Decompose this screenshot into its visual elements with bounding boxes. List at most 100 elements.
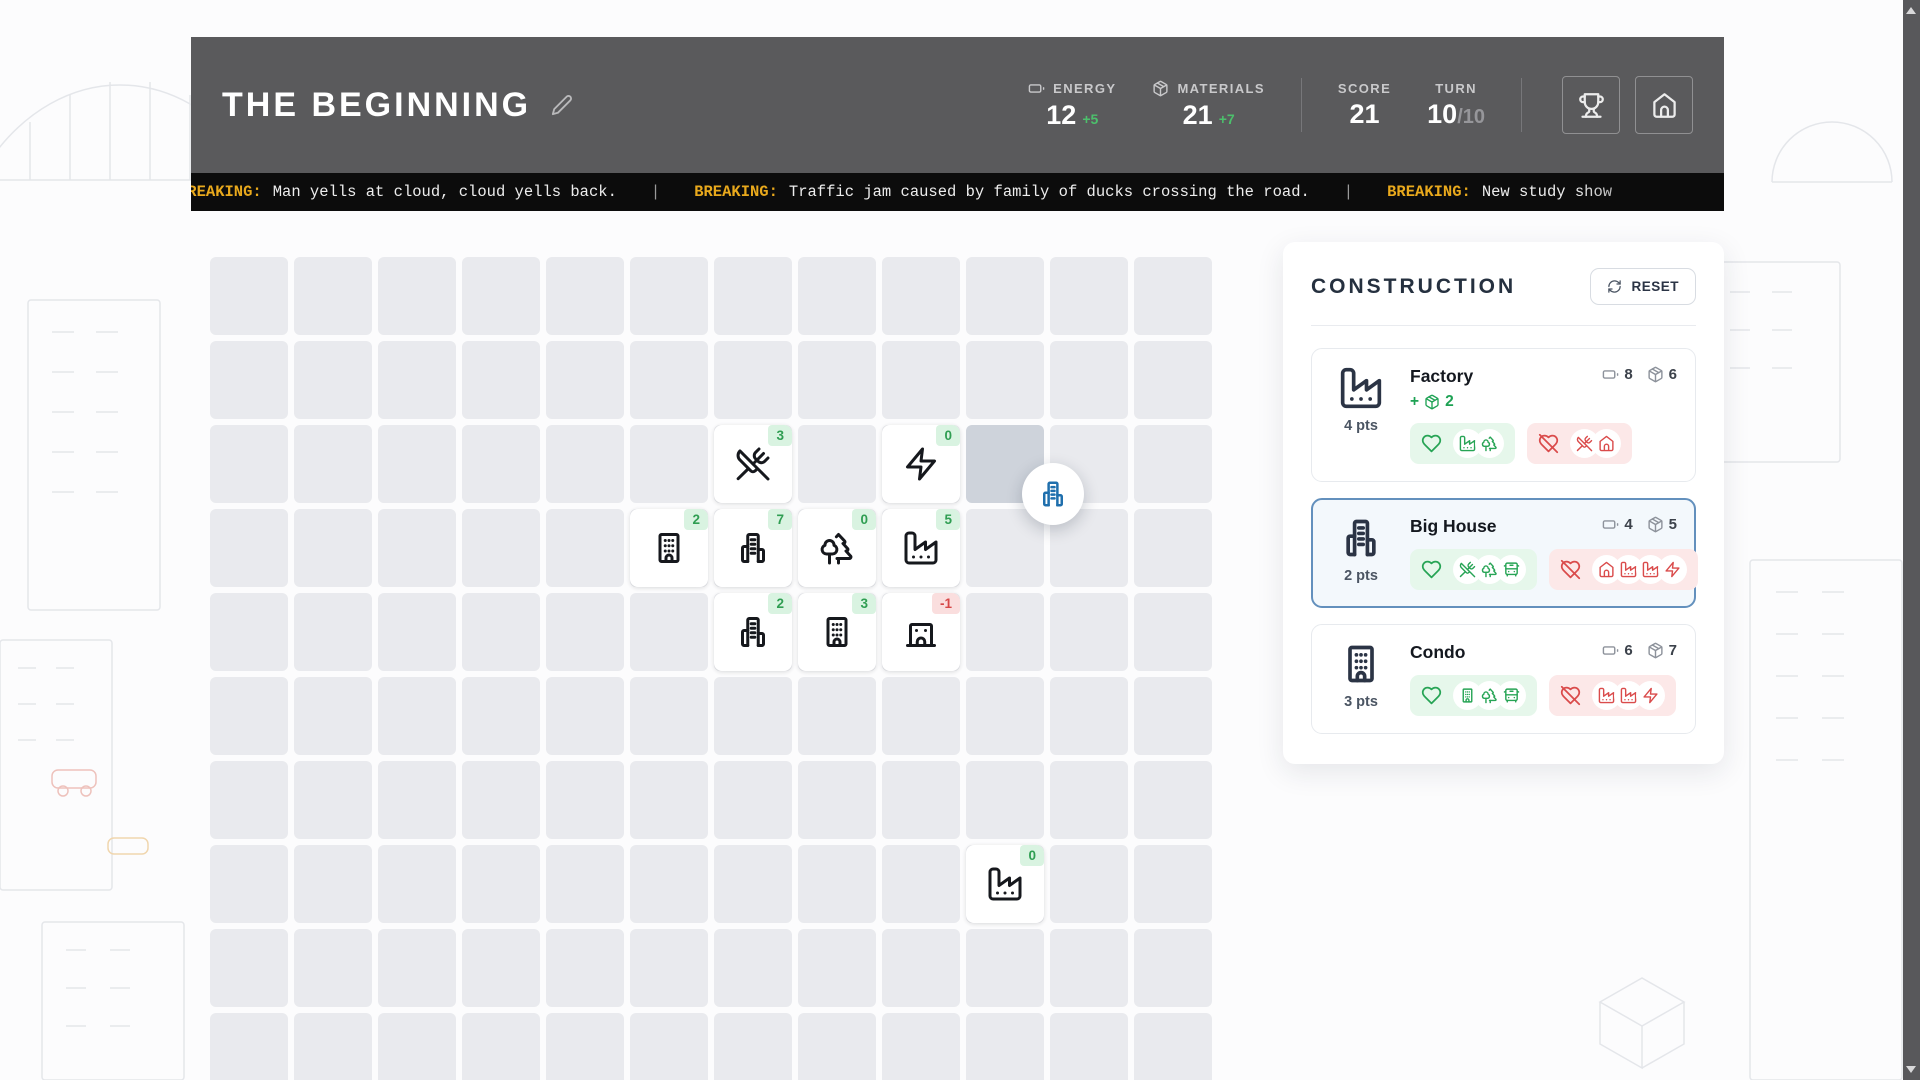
tile-house[interactable]: -1	[882, 593, 960, 671]
board-cell[interactable]	[462, 761, 540, 839]
board-cell[interactable]	[546, 677, 624, 755]
board-cell[interactable]	[714, 677, 792, 755]
board-cell[interactable]	[462, 341, 540, 419]
board-cell[interactable]	[294, 509, 372, 587]
board-cell[interactable]	[378, 509, 456, 587]
board-cell[interactable]	[966, 257, 1044, 335]
board-cell[interactable]	[462, 677, 540, 755]
board-cell[interactable]	[714, 257, 792, 335]
board-cell[interactable]	[210, 509, 288, 587]
board-cell[interactable]	[882, 677, 960, 755]
board-cell[interactable]	[966, 341, 1044, 419]
board-cell[interactable]	[462, 257, 540, 335]
board-cell[interactable]	[294, 929, 372, 1007]
board-cell[interactable]	[798, 929, 876, 1007]
board-cell[interactable]	[546, 341, 624, 419]
board-cell[interactable]	[1134, 845, 1212, 923]
construction-card-factory[interactable]: 4 ptsFactory86+ 2	[1311, 348, 1696, 482]
board-cell[interactable]	[546, 929, 624, 1007]
board-cell[interactable]	[630, 1013, 708, 1080]
board-cell[interactable]	[378, 425, 456, 503]
achievements-button[interactable]	[1562, 76, 1620, 134]
board-cell[interactable]	[714, 929, 792, 1007]
drag-preview[interactable]	[1022, 463, 1084, 525]
board-cell[interactable]	[798, 341, 876, 419]
board-cell[interactable]	[462, 509, 540, 587]
board-cell[interactable]	[798, 845, 876, 923]
tile-bighouse[interactable]: 7	[714, 509, 792, 587]
tile-factory[interactable]: 5	[882, 509, 960, 587]
board-cell[interactable]	[378, 761, 456, 839]
board-cell[interactable]	[210, 341, 288, 419]
board-cell[interactable]	[966, 509, 1044, 587]
board-cell[interactable]	[630, 677, 708, 755]
board-cell[interactable]	[546, 509, 624, 587]
board-cell[interactable]	[630, 593, 708, 671]
board-cell[interactable]	[966, 761, 1044, 839]
board-cell[interactable]	[462, 425, 540, 503]
board-cell[interactable]	[630, 761, 708, 839]
board-cell[interactable]	[378, 845, 456, 923]
board-cell[interactable]	[1050, 257, 1128, 335]
board-cell[interactable]	[966, 929, 1044, 1007]
board-cell[interactable]	[1134, 593, 1212, 671]
board-cell[interactable]	[210, 761, 288, 839]
board-cell[interactable]	[1050, 593, 1128, 671]
board-cell[interactable]	[714, 845, 792, 923]
tile-bighouse[interactable]: 2	[714, 593, 792, 671]
board-cell[interactable]	[546, 593, 624, 671]
board-cell[interactable]	[714, 761, 792, 839]
board-cell[interactable]	[294, 845, 372, 923]
board-cell[interactable]	[294, 1013, 372, 1080]
board-cell[interactable]	[210, 593, 288, 671]
board-cell[interactable]	[210, 257, 288, 335]
board-cell[interactable]	[1134, 341, 1212, 419]
board-cell[interactable]	[378, 257, 456, 335]
board-cell[interactable]	[798, 425, 876, 503]
board-cell[interactable]	[882, 1013, 960, 1080]
board-cell[interactable]	[210, 929, 288, 1007]
board-cell[interactable]	[714, 1013, 792, 1080]
board-cell[interactable]	[1134, 257, 1212, 335]
board-cell[interactable]	[798, 1013, 876, 1080]
board-cell[interactable]	[210, 677, 288, 755]
board-cell[interactable]	[1050, 845, 1128, 923]
board-cell[interactable]	[1134, 929, 1212, 1007]
board-cell[interactable]	[882, 761, 960, 839]
board-cell[interactable]	[714, 341, 792, 419]
home-button[interactable]	[1635, 76, 1693, 134]
board-cell[interactable]	[1134, 761, 1212, 839]
board-cell[interactable]	[462, 593, 540, 671]
board-cell[interactable]	[630, 341, 708, 419]
board-cell[interactable]	[1050, 677, 1128, 755]
board-cell[interactable]	[630, 929, 708, 1007]
board-cell[interactable]	[378, 677, 456, 755]
board-cell[interactable]	[1134, 509, 1212, 587]
tile-tree[interactable]: 0	[798, 509, 876, 587]
board-cell[interactable]	[378, 929, 456, 1007]
board-cell[interactable]	[882, 929, 960, 1007]
board-cell[interactable]	[210, 425, 288, 503]
board-cell[interactable]	[798, 761, 876, 839]
board-cell[interactable]	[1050, 761, 1128, 839]
board-cell[interactable]	[630, 425, 708, 503]
board-cell[interactable]	[462, 929, 540, 1007]
board-cell[interactable]	[546, 257, 624, 335]
board-cell[interactable]	[546, 425, 624, 503]
board-cell[interactable]	[1050, 341, 1128, 419]
board-cell[interactable]	[630, 845, 708, 923]
board-cell[interactable]	[546, 761, 624, 839]
board-cell[interactable]	[1134, 425, 1212, 503]
board-cell[interactable]	[882, 257, 960, 335]
construction-card-big-house[interactable]: 2 ptsBig House45	[1311, 498, 1696, 608]
board-cell[interactable]	[210, 1013, 288, 1080]
board-cell[interactable]	[294, 257, 372, 335]
board-cell[interactable]	[210, 845, 288, 923]
board-cell[interactable]	[546, 1013, 624, 1080]
board-cell[interactable]	[1050, 929, 1128, 1007]
board-cell[interactable]	[1134, 1013, 1212, 1080]
tile-condo[interactable]: 2	[630, 509, 708, 587]
construction-card-condo[interactable]: 3 ptsCondo67	[1311, 624, 1696, 734]
board-cell[interactable]	[294, 425, 372, 503]
board-cell[interactable]	[294, 341, 372, 419]
